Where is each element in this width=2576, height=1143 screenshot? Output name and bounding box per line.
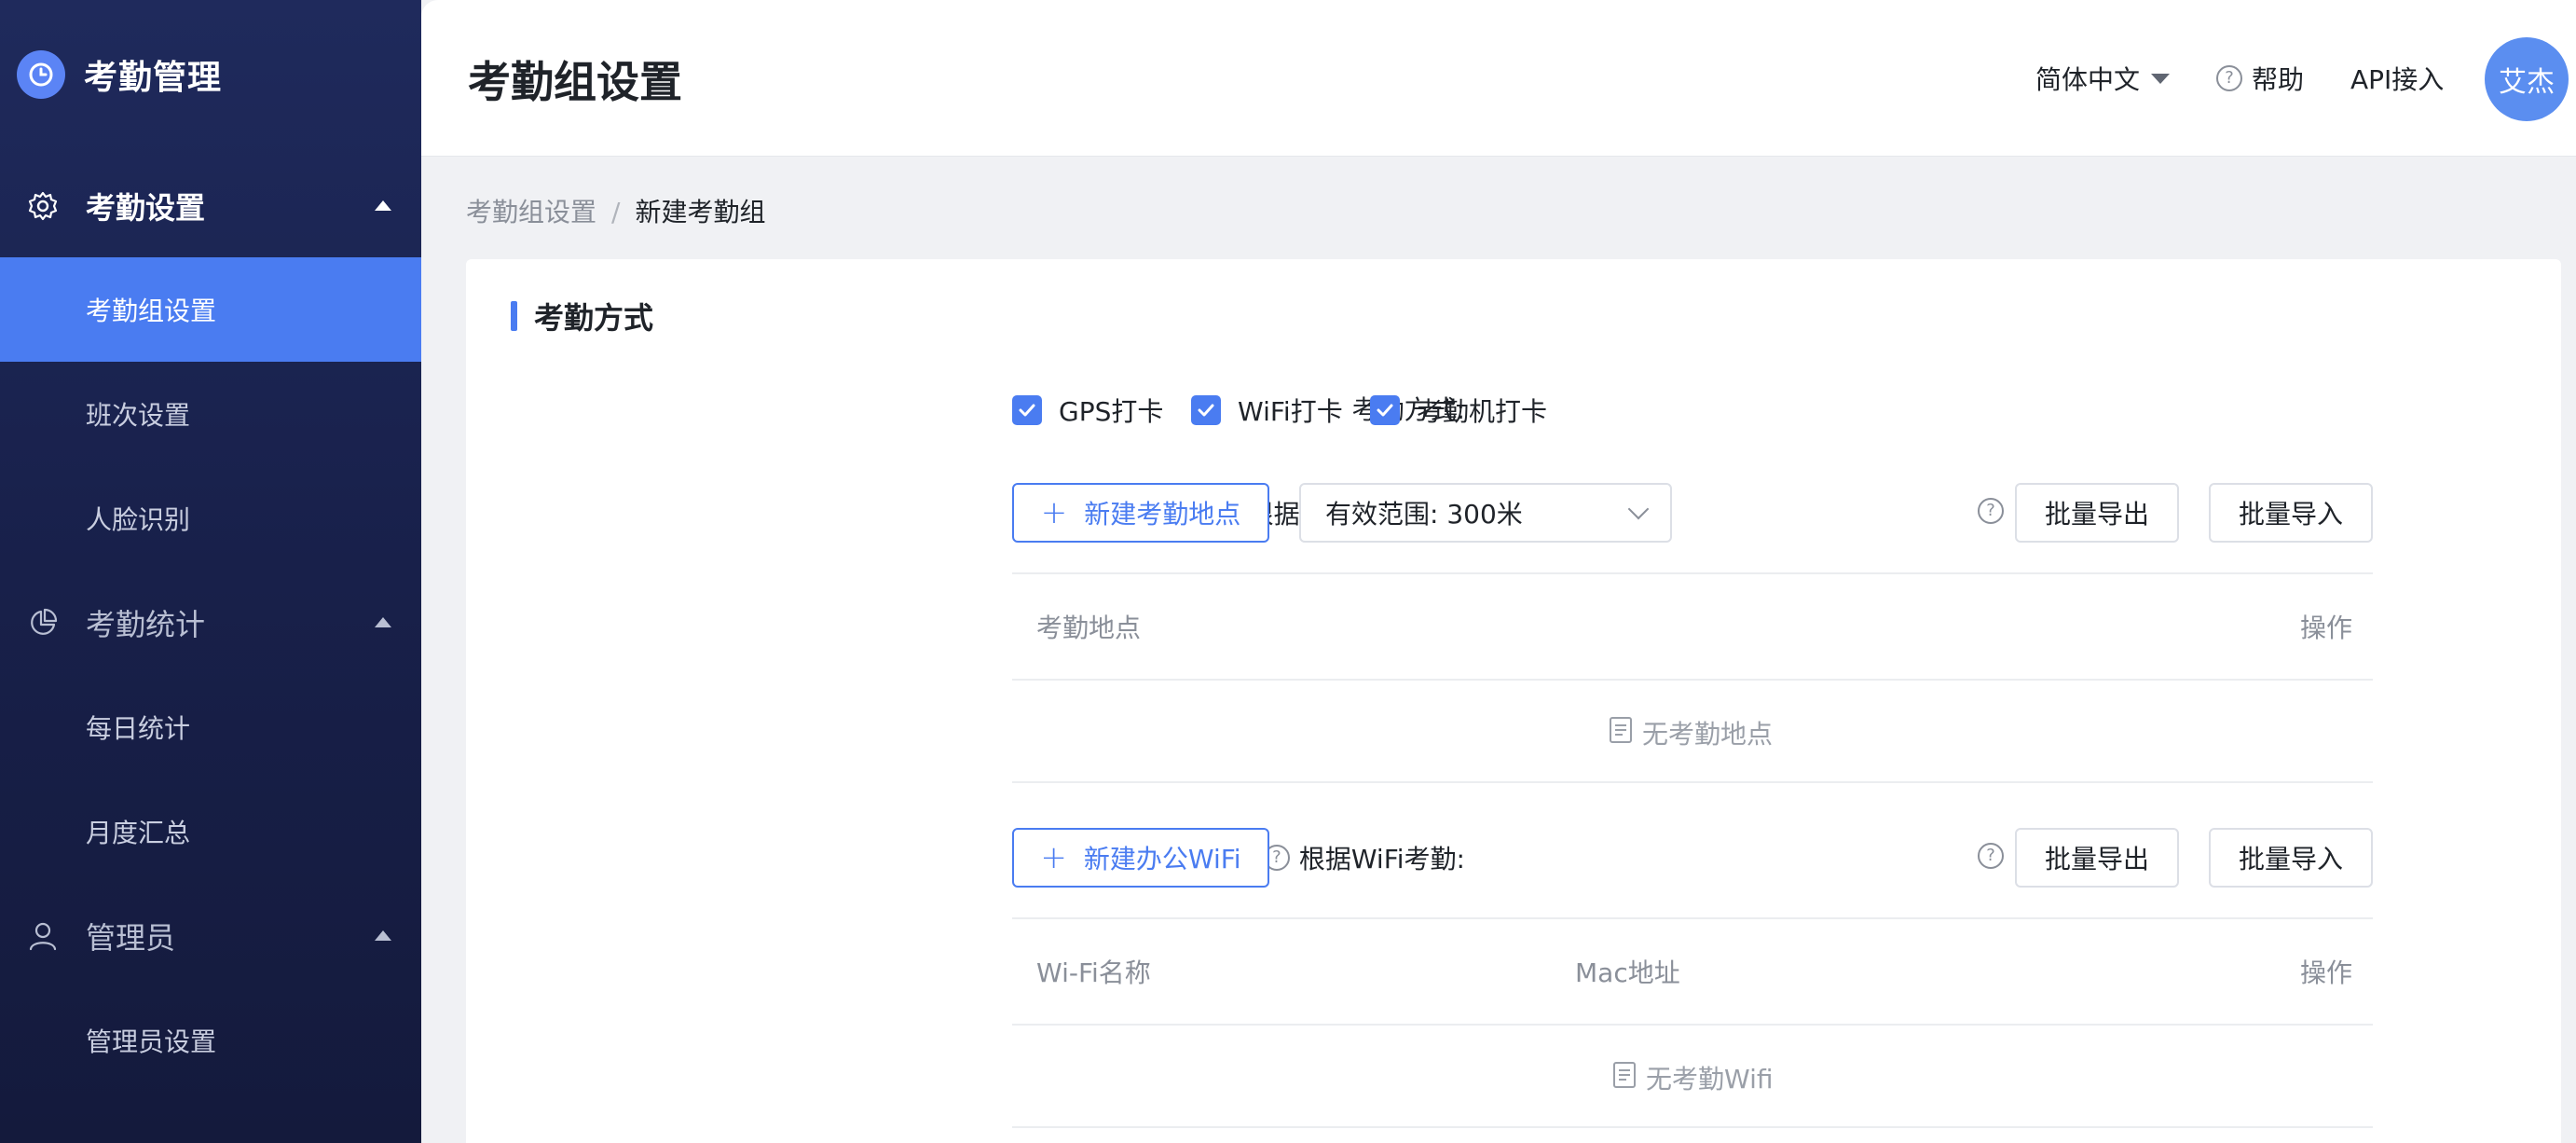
- checkbox-checked-icon: [1191, 395, 1221, 425]
- pie-chart-icon: [24, 604, 62, 641]
- checkbox-gps[interactable]: GPS打卡: [1012, 392, 1163, 429]
- column-header-mac: Mac地址: [1575, 957, 1680, 988]
- checkbox-label: GPS打卡: [1059, 396, 1164, 427]
- table-divider: [1012, 1126, 2373, 1128]
- empty-text: 无考勤Wifi: [1646, 1064, 1774, 1095]
- column-header-location: 考勤地点: [1036, 613, 1142, 643]
- import-wifi-button[interactable]: 批量导入: [2209, 828, 2373, 888]
- empty-locations: 无考勤地点: [1609, 714, 1773, 751]
- caret-up-icon: [375, 200, 391, 211]
- gear-icon: [24, 187, 62, 225]
- sidebar: 考勤管理 考勤设置 考勤组设置 班次设置 人脸识别 考勤统计 每日统计 月度汇总…: [0, 0, 421, 1143]
- caret-up-icon: [375, 617, 391, 627]
- plus-icon: +: [1040, 839, 1067, 876]
- range-select[interactable]: 有效范围: 300米: [1299, 483, 1672, 543]
- header: 考勤组设置 简体中文 ? 帮助 API接入 艾杰: [421, 0, 2576, 157]
- column-header-wifi-name: Wi-Fi名称: [1036, 957, 1151, 988]
- help-link[interactable]: ? 帮助: [2216, 60, 2304, 97]
- add-wifi-button[interactable]: + 新建办公WiFi: [1012, 828, 1269, 888]
- import-locations-button[interactable]: 批量导入: [2209, 483, 2373, 543]
- page-title: 考勤组设置: [468, 57, 682, 107]
- api-link[interactable]: API接入: [2350, 60, 2444, 97]
- sidebar-item-daily[interactable]: 每日统计: [0, 675, 421, 779]
- user-icon: [24, 917, 62, 955]
- breadcrumb-parent[interactable]: 考勤组设置: [466, 197, 596, 227]
- export-wifi-button[interactable]: 批量导出: [2015, 828, 2179, 888]
- language-select[interactable]: 简体中文: [2035, 60, 2171, 97]
- table-divider: [1012, 917, 2373, 919]
- export-locations-button[interactable]: 批量导出: [2015, 483, 2179, 543]
- sidebar-item-monthly[interactable]: 月度汇总: [0, 779, 421, 884]
- nav-group-label: 考勤统计: [86, 607, 206, 642]
- caret-down-icon: [2151, 73, 2171, 84]
- empty-wifi: 无考勤Wifi: [1612, 1059, 1774, 1096]
- table-divider: [1012, 679, 2373, 681]
- range-select-value: 有效范围: 300米: [1325, 499, 1523, 530]
- nav-group-label: 考勤设置: [86, 190, 206, 226]
- column-header-action: 操作: [2300, 957, 2353, 988]
- sidebar-item-shift[interactable]: 班次设置: [0, 362, 421, 466]
- table-divider: [1012, 572, 2373, 574]
- button-label: 新建考勤地点: [1084, 499, 1241, 530]
- nav-group-statistics[interactable]: 考勤统计: [0, 571, 421, 675]
- empty-text: 无考勤地点: [1642, 719, 1774, 750]
- checkbox-label: WiFi打卡: [1238, 396, 1343, 427]
- document-icon: [1612, 1061, 1637, 1095]
- nav-group-label: 管理员: [86, 920, 176, 956]
- sidebar-item-admin-settings[interactable]: 管理员设置: [0, 988, 421, 1093]
- avatar[interactable]: 艾杰: [2485, 37, 2569, 121]
- checkbox-machine[interactable]: 考勤机打卡: [1370, 392, 1547, 429]
- nav-group-admin[interactable]: 管理员: [0, 884, 421, 988]
- checkbox-wifi[interactable]: WiFi打卡: [1191, 392, 1343, 429]
- section-title-text: 考勤方式: [534, 300, 654, 336]
- document-icon: [1609, 716, 1633, 751]
- table-divider: [1012, 781, 2373, 783]
- caret-up-icon: [375, 930, 391, 941]
- sidebar-item-attendance-group[interactable]: 考勤组设置: [0, 257, 421, 362]
- wifi-label: 根据WiFi考勤:: [1298, 844, 1465, 874]
- question-icon[interactable]: ?: [1978, 498, 2004, 524]
- clock-icon: [17, 50, 65, 99]
- help-label: 帮助: [2252, 64, 2305, 95]
- breadcrumb-current: 新建考勤组: [635, 197, 766, 227]
- question-icon: ?: [2216, 65, 2242, 91]
- breadcrumb-separator: /: [611, 197, 621, 227]
- checkbox-checked-icon: [1012, 395, 1042, 425]
- add-location-button[interactable]: + 新建考勤地点: [1012, 483, 1269, 543]
- language-label: 简体中文: [2035, 64, 2141, 95]
- checkbox-label: 考勤机打卡: [1417, 396, 1548, 427]
- section-accent-bar: [511, 301, 517, 331]
- plus-icon: +: [1040, 494, 1068, 531]
- table-divider: [1012, 1024, 2373, 1026]
- button-label: 新建办公WiFi: [1083, 844, 1241, 874]
- question-icon[interactable]: ?: [1978, 843, 2004, 869]
- sidebar-item-face[interactable]: 人脸识别: [0, 466, 421, 571]
- settings-card: 考勤方式 考勤方式: GPS打卡 WiFi打卡 考勤机打卡 根据办公地点考勤: …: [466, 259, 2561, 1143]
- nav-group-attendance-settings[interactable]: 考勤设置: [0, 154, 421, 258]
- brand-title: 考勤管理: [84, 59, 223, 97]
- checkbox-checked-icon: [1370, 395, 1400, 425]
- section-title: 考勤方式: [511, 295, 653, 337]
- brand: 考勤管理: [0, 0, 421, 149]
- breadcrumb: 考勤组设置 / 新建考勤组: [466, 192, 765, 229]
- column-header-action: 操作: [2300, 613, 2353, 643]
- chevron-down-icon: [1627, 498, 1650, 520]
